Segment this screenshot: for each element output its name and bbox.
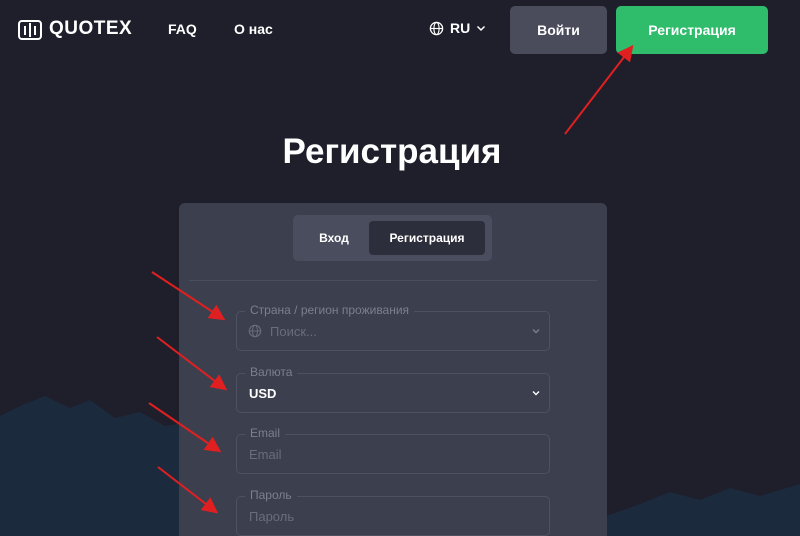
globe-icon — [429, 21, 444, 35]
email-input[interactable]: Email — [249, 435, 519, 475]
country-select[interactable]: Страна / регион проживания Поиск... — [236, 303, 550, 352]
chevron-down-icon — [477, 25, 486, 32]
register-button[interactable]: Регистрация — [616, 6, 768, 54]
quotex-logo-icon — [18, 20, 42, 40]
login-button[interactable]: Войти — [510, 6, 607, 54]
divider — [189, 280, 597, 281]
registration-page: QUOTEX FAQ О нас RU Войти Регистрация Ре… — [0, 0, 800, 536]
chevron-down-icon — [532, 391, 540, 396]
password-field[interactable]: Пароль Пароль — [236, 488, 550, 536]
page-title: Регистрация — [282, 132, 502, 171]
arrow-to-register-button — [564, 44, 634, 135]
email-field[interactable]: Email Email — [236, 426, 550, 475]
language-label: RU — [450, 20, 471, 36]
nav-about-link[interactable]: О нас — [234, 21, 273, 37]
currency-select[interactable]: Валюта USD — [236, 365, 550, 413]
country-search-input[interactable]: Поиск... — [270, 312, 540, 352]
currency-value: USD — [249, 386, 277, 401]
nav-faq-link[interactable]: FAQ — [168, 21, 197, 37]
auth-tabs: Вход Регистрация — [293, 215, 492, 261]
chevron-down-icon — [532, 329, 540, 334]
password-input[interactable]: Пароль — [249, 497, 519, 536]
logo-text: QUOTEX — [49, 18, 133, 39]
tab-register[interactable]: Регистрация — [369, 221, 485, 255]
language-selector[interactable]: RU — [429, 20, 486, 36]
globe-icon — [248, 324, 262, 338]
tab-login[interactable]: Вход — [299, 221, 369, 255]
registration-form-card: Вход Регистрация Страна / регион прожива… — [179, 203, 607, 536]
logo[interactable]: QUOTEX — [18, 17, 132, 41]
top-header: QUOTEX FAQ О нас RU Войти Регистрация — [0, 0, 800, 60]
